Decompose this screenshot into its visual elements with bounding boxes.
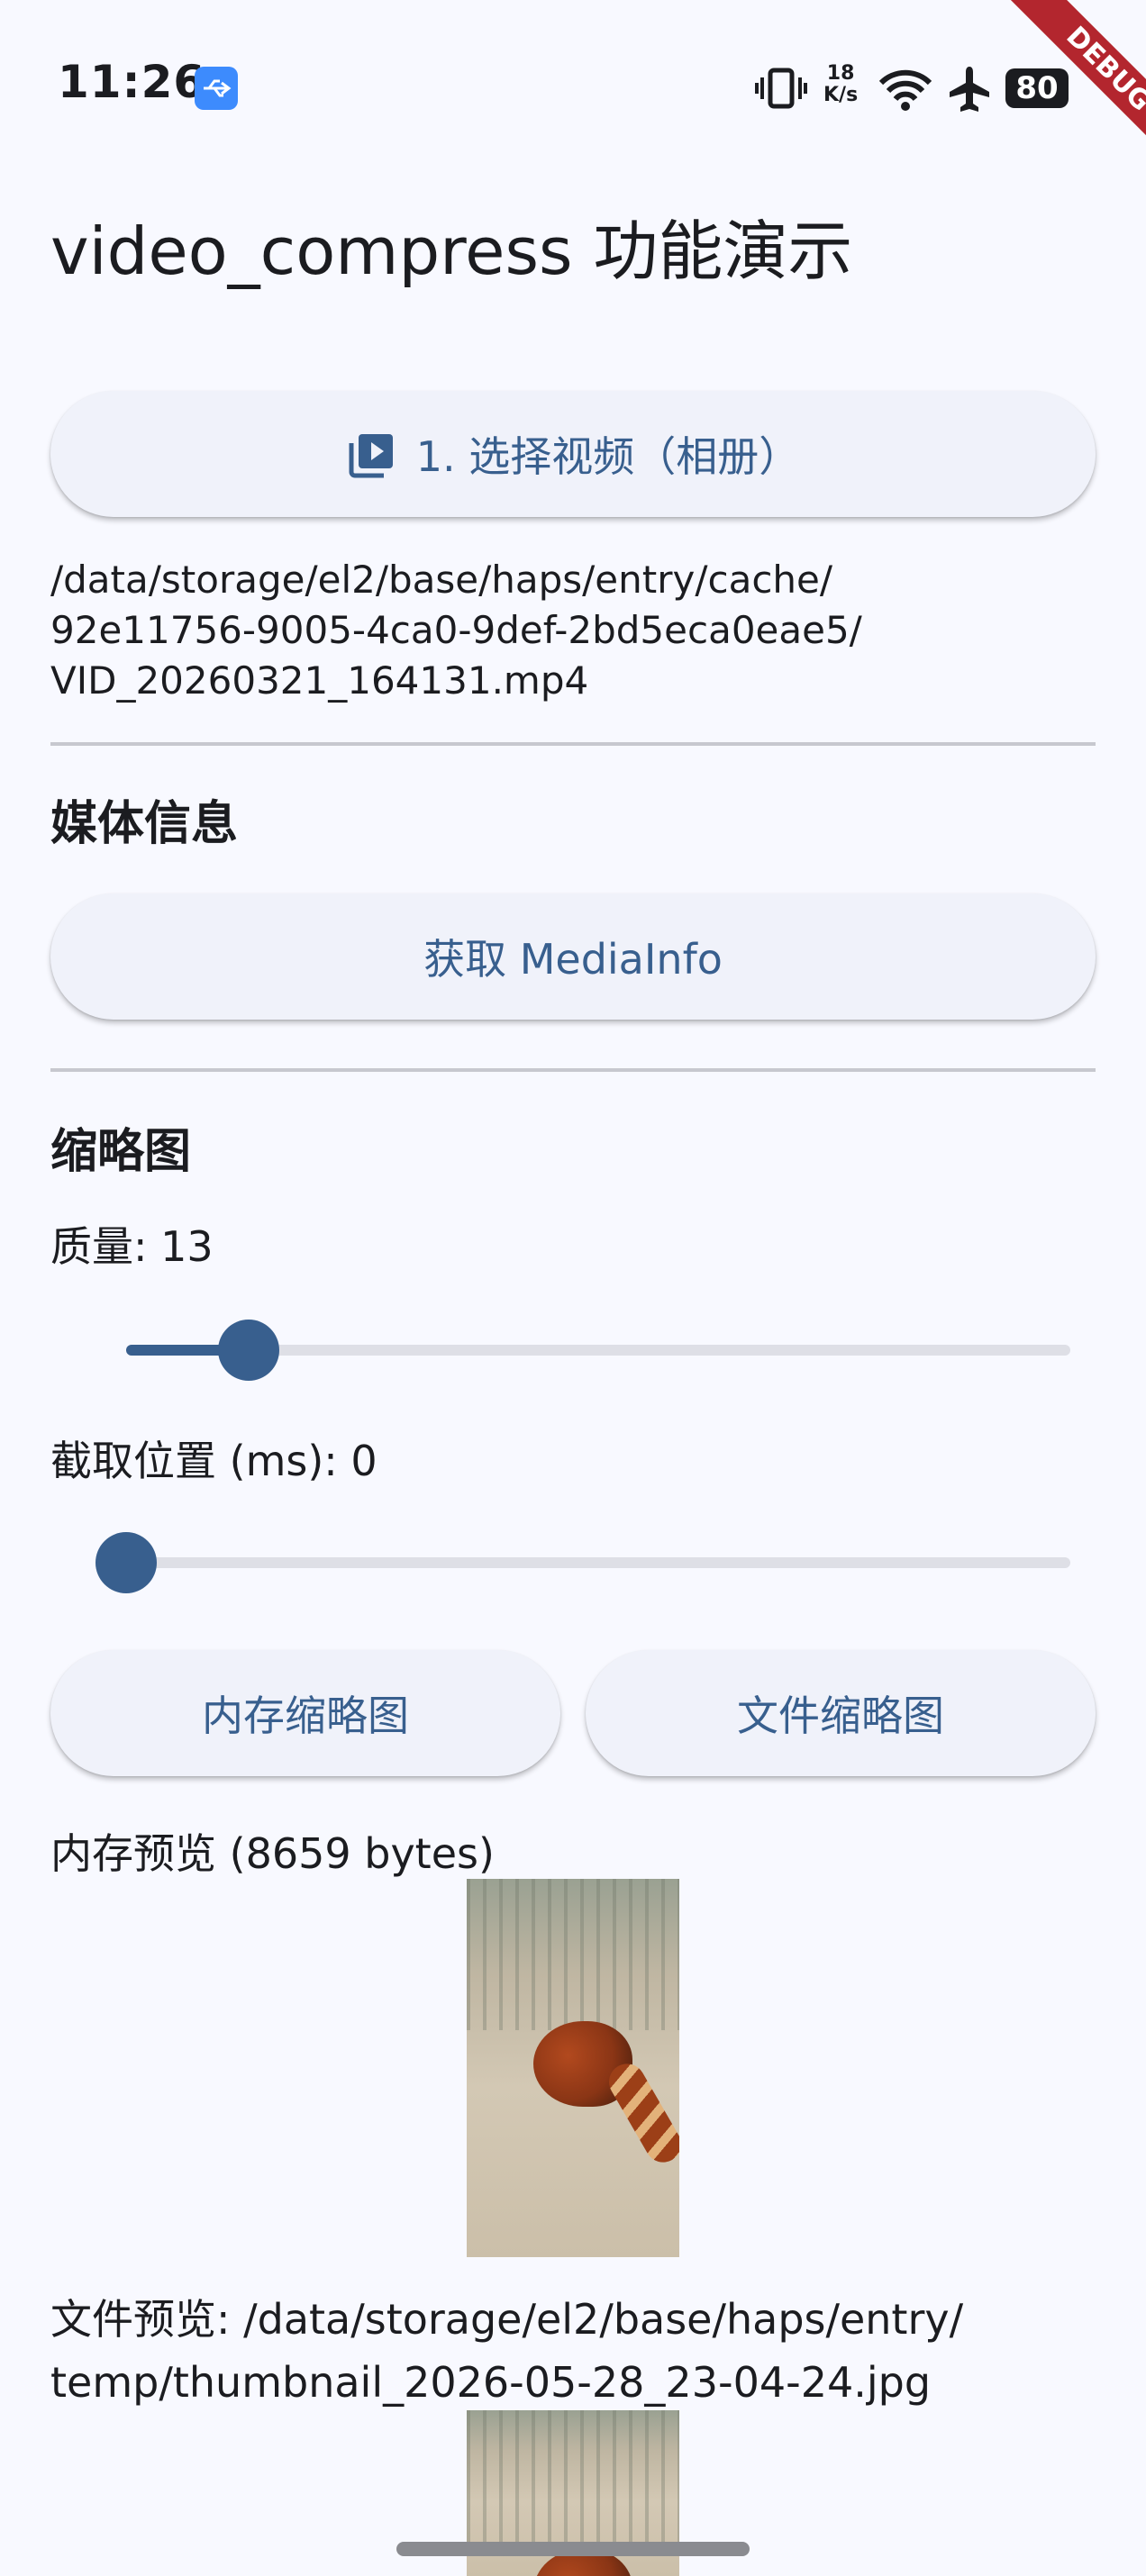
quality-slider[interactable] bbox=[50, 1301, 1096, 1400]
net-speed-value: 18 bbox=[826, 62, 855, 85]
position-label: 截取位置 (ms): 0 bbox=[50, 1437, 377, 1485]
quality-label: 质量: 13 bbox=[50, 1222, 214, 1271]
wifi-icon bbox=[878, 65, 933, 112]
get-mediainfo-button[interactable]: 获取 MediaInfo bbox=[50, 893, 1096, 1020]
memory-preview-label: 内存预览 (8659 bytes) bbox=[50, 1829, 495, 1878]
memory-thumbnail-label: 内存缩略图 bbox=[202, 1692, 409, 1740]
net-speed-unit: K/s bbox=[823, 84, 859, 106]
position-slider-thumb[interactable] bbox=[96, 1532, 157, 1593]
memory-thumbnail-button[interactable]: 内存缩略图 bbox=[50, 1650, 560, 1776]
file-preview-label: 文件预览: /data/storage/el2/base/haps/entry/… bbox=[50, 2295, 964, 2407]
debug-label: DEBUG bbox=[992, 0, 1146, 186]
usb-icon bbox=[195, 67, 238, 110]
file-thumbnail-label: 文件缩略图 bbox=[737, 1692, 944, 1740]
position-slider[interactable] bbox=[50, 1513, 1096, 1612]
selected-video-path: /data/storage/el2/base/haps/entry/cache/… bbox=[50, 558, 862, 703]
media-info-title: 媒体信息 bbox=[50, 797, 239, 851]
debug-banner: DEBUG bbox=[946, 0, 1146, 200]
quality-slider-thumb[interactable] bbox=[218, 1320, 280, 1381]
vibrate-icon bbox=[755, 63, 807, 113]
page-title: video_compress 功能演示 bbox=[50, 213, 853, 289]
thumbnail-title: 缩略图 bbox=[50, 1125, 192, 1179]
net-speed: 18 K/s bbox=[823, 63, 858, 106]
divider bbox=[50, 1068, 1096, 1072]
divider bbox=[50, 742, 1096, 746]
pick-video-label: 1. 选择视频（相册） bbox=[415, 432, 801, 481]
status-time: 11:26 bbox=[58, 56, 206, 108]
pick-video-button[interactable]: 1. 选择视频（相册） bbox=[50, 391, 1096, 517]
file-thumbnail-button[interactable]: 文件缩略图 bbox=[586, 1650, 1096, 1776]
video-library-icon bbox=[346, 429, 396, 479]
home-indicator[interactable] bbox=[396, 2542, 750, 2556]
get-mediainfo-label: 获取 MediaInfo bbox=[423, 935, 723, 984]
memory-preview-image bbox=[467, 1879, 679, 2257]
